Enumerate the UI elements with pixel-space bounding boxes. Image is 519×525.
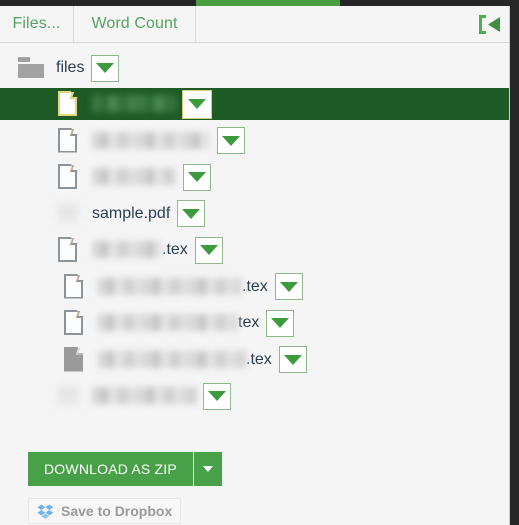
file-name xyxy=(92,164,176,190)
file-menu-button[interactable] xyxy=(274,273,303,300)
document-icon xyxy=(62,273,86,300)
file-extension: .tex xyxy=(162,241,188,258)
tree-file-row[interactable] xyxy=(0,125,510,157)
document-icon xyxy=(56,164,80,190)
file-menu-button[interactable] xyxy=(182,89,212,119)
tree-file-row[interactable] xyxy=(0,380,510,412)
file-menu-button[interactable] xyxy=(194,236,223,264)
files-button-label: Files... xyxy=(12,15,61,32)
folder-menu-button[interactable] xyxy=(91,54,120,82)
tree-file-row[interactable]: .tex xyxy=(0,234,510,266)
file-menu-button[interactable] xyxy=(177,200,206,227)
document-icon-filled xyxy=(62,346,86,373)
chevron-down-icon xyxy=(283,354,302,365)
chevron-down-icon xyxy=(208,391,226,401)
download-as-zip-button[interactable]: DOWNLOAD AS ZIP xyxy=(28,452,222,486)
redacted-file-name xyxy=(92,168,176,186)
tree-file-row[interactable]: tex xyxy=(0,307,510,339)
chevron-down-icon xyxy=(279,281,298,292)
blurred-file-icon xyxy=(56,383,80,409)
blurred-file-icon xyxy=(56,201,80,227)
chevron-down-icon xyxy=(271,318,290,328)
panel-toolbar: Files... Word Count xyxy=(0,6,510,43)
download-options-button[interactable] xyxy=(193,452,222,486)
document-icon xyxy=(56,91,80,117)
download-as-zip-label-wrap: DOWNLOAD AS ZIP xyxy=(28,452,194,486)
file-menu-button[interactable] xyxy=(217,127,245,154)
tree-file-row[interactable]: .tex xyxy=(0,344,510,376)
file-name: .tex xyxy=(98,274,268,300)
folder-name: files xyxy=(56,59,85,76)
word-count-button-label: Word Count xyxy=(91,15,178,32)
collapse-panel-icon[interactable] xyxy=(476,13,502,36)
file-name xyxy=(92,91,176,117)
file-name: tex xyxy=(98,310,259,336)
file-extension: .tex xyxy=(246,350,272,368)
file-tree: files sample.pdf .tex .tex tex .tex xyxy=(0,44,510,440)
redacted-file-name xyxy=(98,314,238,332)
document-icon xyxy=(62,310,86,336)
file-extension: tex xyxy=(238,314,260,331)
file-menu-button[interactable] xyxy=(203,382,231,410)
dropbox-icon xyxy=(37,504,54,519)
folder-icon xyxy=(18,57,46,79)
redacted-file-name xyxy=(98,350,246,368)
chevron-down-icon xyxy=(182,208,201,219)
redacted-file-name xyxy=(92,387,196,405)
chevron-down-icon xyxy=(199,245,218,255)
download-as-zip-label: DOWNLOAD AS ZIP xyxy=(44,461,177,477)
file-panel: Files... Word Count files sample.pdf .tex… xyxy=(0,0,519,525)
tree-file-row[interactable]: sample.pdf xyxy=(0,198,510,230)
file-name xyxy=(92,383,196,409)
redacted-file-name xyxy=(92,95,176,113)
document-icon xyxy=(56,237,80,263)
files-button[interactable]: Files... xyxy=(0,6,74,42)
chevron-down-icon xyxy=(188,172,206,182)
file-extension: .tex xyxy=(242,277,268,295)
save-to-dropbox-button[interactable]: Save to Dropbox xyxy=(28,498,182,524)
tree-file-row[interactable] xyxy=(0,88,510,120)
window-right-edge xyxy=(510,0,519,525)
file-menu-button[interactable] xyxy=(183,163,211,191)
redacted-file-name xyxy=(92,241,162,259)
file-name xyxy=(92,128,210,154)
file-name: .tex xyxy=(98,347,272,373)
file-name: .tex xyxy=(92,237,188,263)
chevron-down-icon xyxy=(188,99,206,109)
redacted-file-name xyxy=(98,277,242,295)
tree-file-row[interactable] xyxy=(0,161,510,193)
file-name: sample.pdf xyxy=(92,204,171,222)
tree-file-row[interactable]: .tex xyxy=(0,271,510,303)
save-to-dropbox-label: Save to Dropbox xyxy=(61,503,173,519)
chevron-down-icon xyxy=(96,63,115,73)
file-menu-button[interactable] xyxy=(266,309,295,337)
redacted-file-name xyxy=(92,131,210,149)
chevron-down-icon xyxy=(202,466,213,472)
word-count-button[interactable]: Word Count xyxy=(74,6,196,42)
chevron-down-icon xyxy=(222,135,240,146)
tree-folder-row[interactable]: files xyxy=(0,52,510,84)
document-icon xyxy=(56,127,80,154)
file-menu-button[interactable] xyxy=(278,346,307,373)
